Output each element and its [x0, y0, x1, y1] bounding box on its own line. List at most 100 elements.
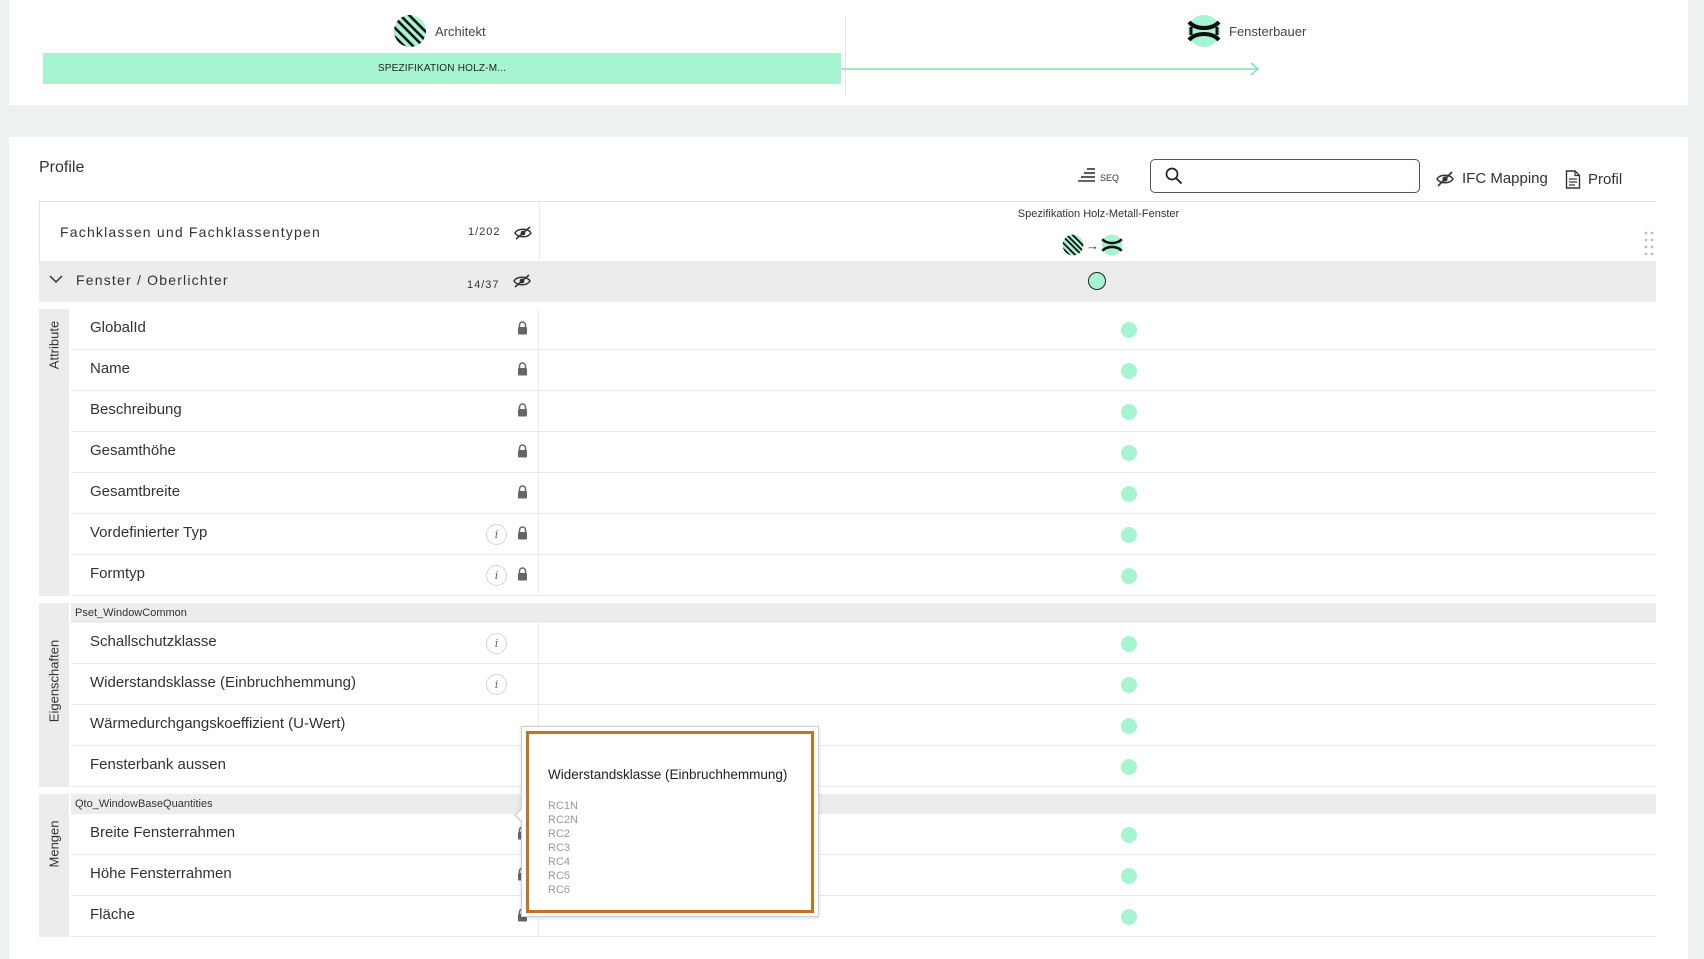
column-title: Spezifikation Holz-Metall-Fenster	[1017, 208, 1180, 220]
profile-table: Fachklassen und Fachklassentypen 1/202 S…	[39, 201, 1656, 937]
chevron-down-icon[interactable]	[49, 275, 63, 284]
tooltip-option: RC2	[548, 828, 571, 840]
sequence-icon	[1078, 168, 1095, 182]
table-row[interactable]: Schallschutzklasse i	[71, 623, 1656, 664]
table-row[interactable]: Widerstandsklasse (Einbruchhemmung) i	[71, 664, 1656, 705]
ifc-mapping-label: IFC Mapping	[1462, 170, 1548, 187]
column-separator	[538, 391, 539, 432]
group-row[interactable]: Fenster / Oberlichter 14/37	[39, 261, 1656, 302]
status-dot[interactable]	[1121, 486, 1137, 502]
profil-label: Profil	[1588, 171, 1623, 188]
section-side-label: Eigenschaften	[46, 639, 62, 723]
status-dot[interactable]	[1121, 718, 1137, 734]
row-label: Vordefinierter Typ	[90, 524, 208, 541]
flow-arrow-icon	[841, 62, 1260, 76]
status-dot[interactable]	[1121, 636, 1137, 652]
tooltip-option: RC2N	[548, 814, 578, 826]
info-icon[interactable]: i	[486, 674, 507, 695]
table-row[interactable]: Fensterbank aussen	[71, 746, 1656, 787]
actor-fensterbauer[interactable]: Fensterbauer	[1187, 14, 1306, 48]
row-label: Widerstandsklasse (Einbruchhemmung)	[90, 674, 356, 691]
section-mengen: Mengen Qto_WindowBaseQuantities Breite Fen…	[39, 794, 1656, 937]
column-separator	[538, 473, 539, 514]
status-dot[interactable]	[1121, 445, 1137, 461]
table-row[interactable]: Formtyp i	[71, 555, 1656, 596]
specification-bar[interactable]: SPEZIFIKATION HOLZ-M...	[43, 53, 841, 84]
table-row[interactable]: Fläche	[71, 896, 1656, 937]
seq-button[interactable]: SEQ	[1078, 167, 1119, 183]
eye-slash-icon	[1436, 170, 1454, 187]
lock-icon	[517, 485, 528, 504]
status-dot[interactable]	[1121, 568, 1137, 584]
pset-label: Pset_WindowCommon	[71, 603, 1656, 623]
search-box[interactable]	[1150, 159, 1420, 193]
info-icon[interactable]: i	[486, 524, 507, 545]
pset-label: Qto_WindowBaseQuantities	[71, 794, 1656, 814]
status-dot[interactable]	[1121, 677, 1137, 693]
info-tooltip: Widerstandsklasse (Einbruchhemmung) RC1N…	[514, 726, 819, 917]
status-dot[interactable]	[1121, 404, 1137, 420]
eye-slash-icon[interactable]	[513, 274, 531, 288]
section-side-tab: Mengen	[39, 794, 69, 937]
profil-button[interactable]: Profil	[1565, 170, 1622, 189]
eye-slash-icon[interactable]	[514, 226, 532, 240]
row-label: Breite Fensterrahmen	[90, 824, 236, 841]
row-label: Schallschutzklasse	[90, 633, 217, 650]
row-label: Gesamtbreite	[90, 483, 181, 500]
status-ring[interactable]	[1088, 272, 1106, 290]
actor-name: Fensterbauer	[1229, 23, 1307, 39]
section-attribute: Attribute GlobalId Name Beschreibung Gesamth…	[39, 309, 1656, 596]
fensterbauer-avatar-icon	[1101, 234, 1123, 256]
page-title: Profile	[39, 159, 85, 176]
table-row[interactable]: Gesamtbreite	[71, 473, 1656, 514]
flow-arrow: →	[1086, 237, 1099, 253]
profile-panel: Profile SEQ IFC Mapping Profil Fachklass…	[9, 137, 1688, 959]
row-label: Gesamthöhe	[90, 442, 176, 459]
tooltip-option: RC6	[548, 884, 571, 896]
row-label: Fensterbank aussen	[90, 756, 226, 773]
info-icon[interactable]: i	[486, 565, 507, 586]
info-icon[interactable]: i	[486, 633, 507, 654]
tooltip-caret	[514, 807, 523, 823]
tooltip-option: RC5	[548, 870, 571, 882]
status-dot[interactable]	[1121, 909, 1137, 925]
tooltip-frame: Widerstandsklasse (Einbruchhemmung) RC1N…	[526, 731, 814, 913]
tooltip-option: RC3	[548, 842, 571, 854]
table-row[interactable]: Wärmedurchgangskoeffizient (U-Wert)	[71, 705, 1656, 746]
section-side-label: Attribute	[46, 320, 62, 370]
table-row[interactable]: Gesamthöhe	[71, 432, 1656, 473]
section-side-tab: Eigenschaften	[39, 603, 69, 787]
status-dot[interactable]	[1121, 868, 1137, 884]
search-input[interactable]	[1191, 165, 1411, 187]
lock-icon	[517, 444, 528, 463]
table-row[interactable]: Höhe Fensterrahmen	[71, 855, 1656, 896]
tooltip-options: RC1N RC2N RC2 RC3 RC4 RC5 RC6	[548, 799, 578, 897]
table-row[interactable]: Vordefinierter Typ i	[71, 514, 1656, 555]
column-separator	[538, 555, 539, 596]
row-label: Höhe Fensterrahmen	[90, 865, 232, 882]
lock-icon	[517, 321, 528, 340]
process-panel: Architekt Fensterbauer SPEZIFIKATION HOL…	[9, 0, 1688, 105]
column-flow: →	[1062, 234, 1123, 256]
table-row[interactable]: Breite Fensterrahmen	[71, 814, 1656, 855]
sections-container: Attribute GlobalId Name Beschreibung Gesamth…	[39, 309, 1656, 937]
section-side-tab: Attribute	[39, 309, 69, 596]
header-label: Fachklassen und Fachklassentypen	[60, 224, 321, 240]
column-separator	[538, 432, 539, 473]
table-row[interactable]: Name	[71, 350, 1656, 391]
lock-icon	[517, 526, 528, 545]
table-row[interactable]: Beschreibung	[71, 391, 1656, 432]
actor-architekt[interactable]: Architekt	[393, 14, 486, 48]
table-row[interactable]: GlobalId	[71, 309, 1656, 350]
status-dot[interactable]	[1121, 363, 1137, 379]
row-label: GlobalId	[90, 319, 146, 336]
column-separator	[538, 514, 539, 555]
status-dot[interactable]	[1121, 527, 1137, 543]
status-dot[interactable]	[1121, 322, 1137, 338]
status-dot[interactable]	[1121, 827, 1137, 843]
ifc-mapping-button[interactable]: IFC Mapping	[1435, 170, 1548, 187]
architekt-avatar-icon	[394, 15, 426, 47]
table-header: Fachklassen und Fachklassentypen 1/202 S…	[39, 201, 1656, 262]
status-dot[interactable]	[1121, 759, 1137, 775]
drag-handle-icon[interactable]	[1644, 230, 1654, 256]
